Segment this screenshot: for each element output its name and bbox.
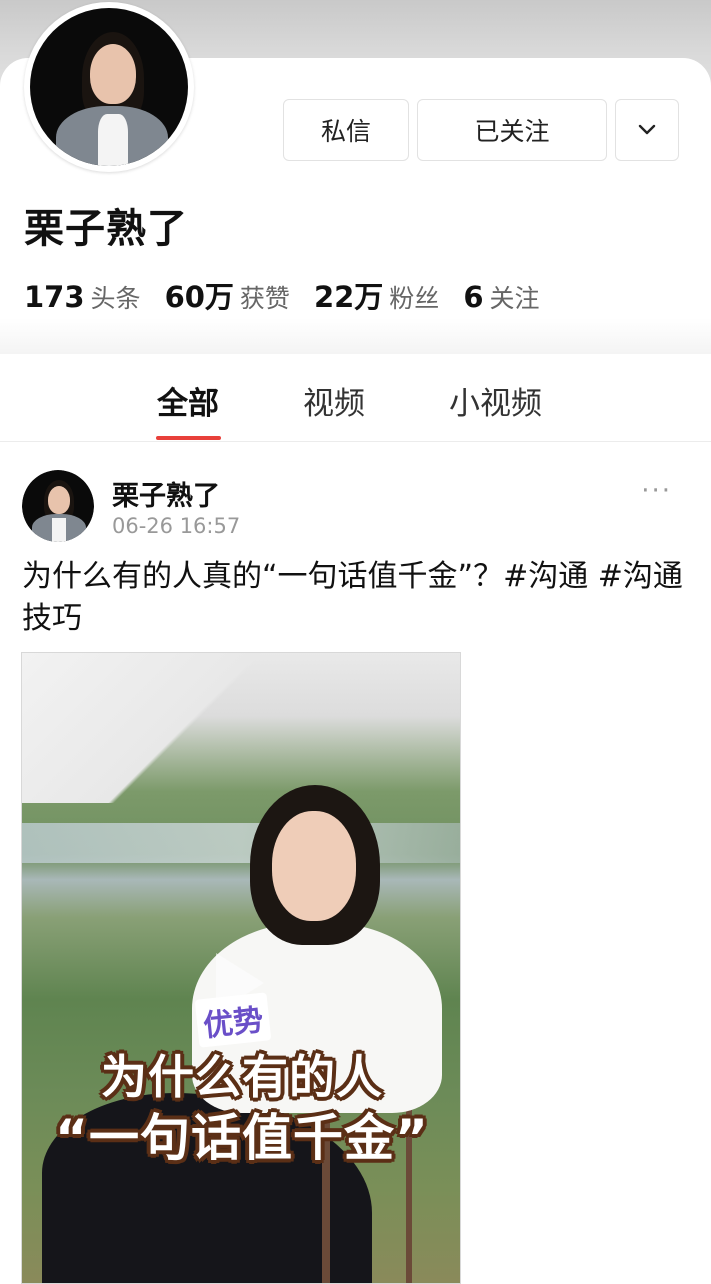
stat-likes[interactable]: 60万 获赞 xyxy=(165,274,290,316)
tab-short-video[interactable]: 小视频 xyxy=(449,378,542,423)
post-author-avatar[interactable] xyxy=(22,470,94,542)
video-tag: 优势 xyxy=(194,992,272,1048)
tab-video[interactable]: 视频 xyxy=(303,378,365,423)
content-tabs: 全部 视频 小视频 xyxy=(0,354,711,442)
tab-all[interactable]: 全部 xyxy=(157,378,219,423)
stat-label: 获赞 xyxy=(239,284,290,313)
stat-following[interactable]: 6 关注 xyxy=(463,279,539,315)
profile-avatar[interactable] xyxy=(24,2,194,172)
video-scene-canopy xyxy=(22,653,460,803)
stat-label: 头条 xyxy=(90,284,141,313)
profile-page: 私信 已关注 栗子熟了 173 头条 60万 获赞 22万 粉丝 6 关注 全部… xyxy=(0,0,711,1284)
following-button-label: 已关注 xyxy=(474,117,550,146)
post-header: 栗子熟了 06-26 16:57 ··· xyxy=(22,470,692,542)
profile-stats: 173 头条 60万 获赞 22万 粉丝 6 关注 xyxy=(24,274,564,316)
stat-value: 60万 xyxy=(164,280,234,314)
stat-value: 173 xyxy=(24,280,85,314)
video-scene-river xyxy=(22,823,460,863)
more-options-button[interactable] xyxy=(615,99,679,161)
stat-label: 粉丝 xyxy=(389,284,440,313)
active-tab-indicator xyxy=(156,436,221,440)
profile-name: 栗子熟了 xyxy=(24,206,188,252)
stat-value: 6 xyxy=(463,280,484,314)
message-button[interactable]: 私信 xyxy=(283,99,409,161)
stat-posts[interactable]: 173 头条 xyxy=(24,279,141,315)
card-fade xyxy=(0,318,711,354)
video-caption-line2: “一句话值千金” xyxy=(55,1109,429,1167)
video-thumbnail[interactable]: 优势 为什么有的人 “一句话值千金” xyxy=(21,652,461,1284)
stat-value: 22万 xyxy=(313,280,384,314)
chevron-down-icon xyxy=(638,124,656,135)
following-button[interactable]: 已关注 xyxy=(417,99,607,161)
post-timestamp: 06-26 16:57 xyxy=(112,514,241,538)
more-dots-icon[interactable]: ··· xyxy=(641,476,672,506)
post-author-name[interactable]: 栗子熟了 xyxy=(112,474,220,513)
video-scene-face xyxy=(272,811,356,921)
message-button-label: 私信 xyxy=(320,117,371,146)
post-text[interactable]: 为什么有的人真的“一句话值千金”？#沟通 #沟通技巧 xyxy=(22,556,692,640)
stat-label: 关注 xyxy=(489,284,540,313)
stat-followers[interactable]: 22万 粉丝 xyxy=(314,274,439,316)
